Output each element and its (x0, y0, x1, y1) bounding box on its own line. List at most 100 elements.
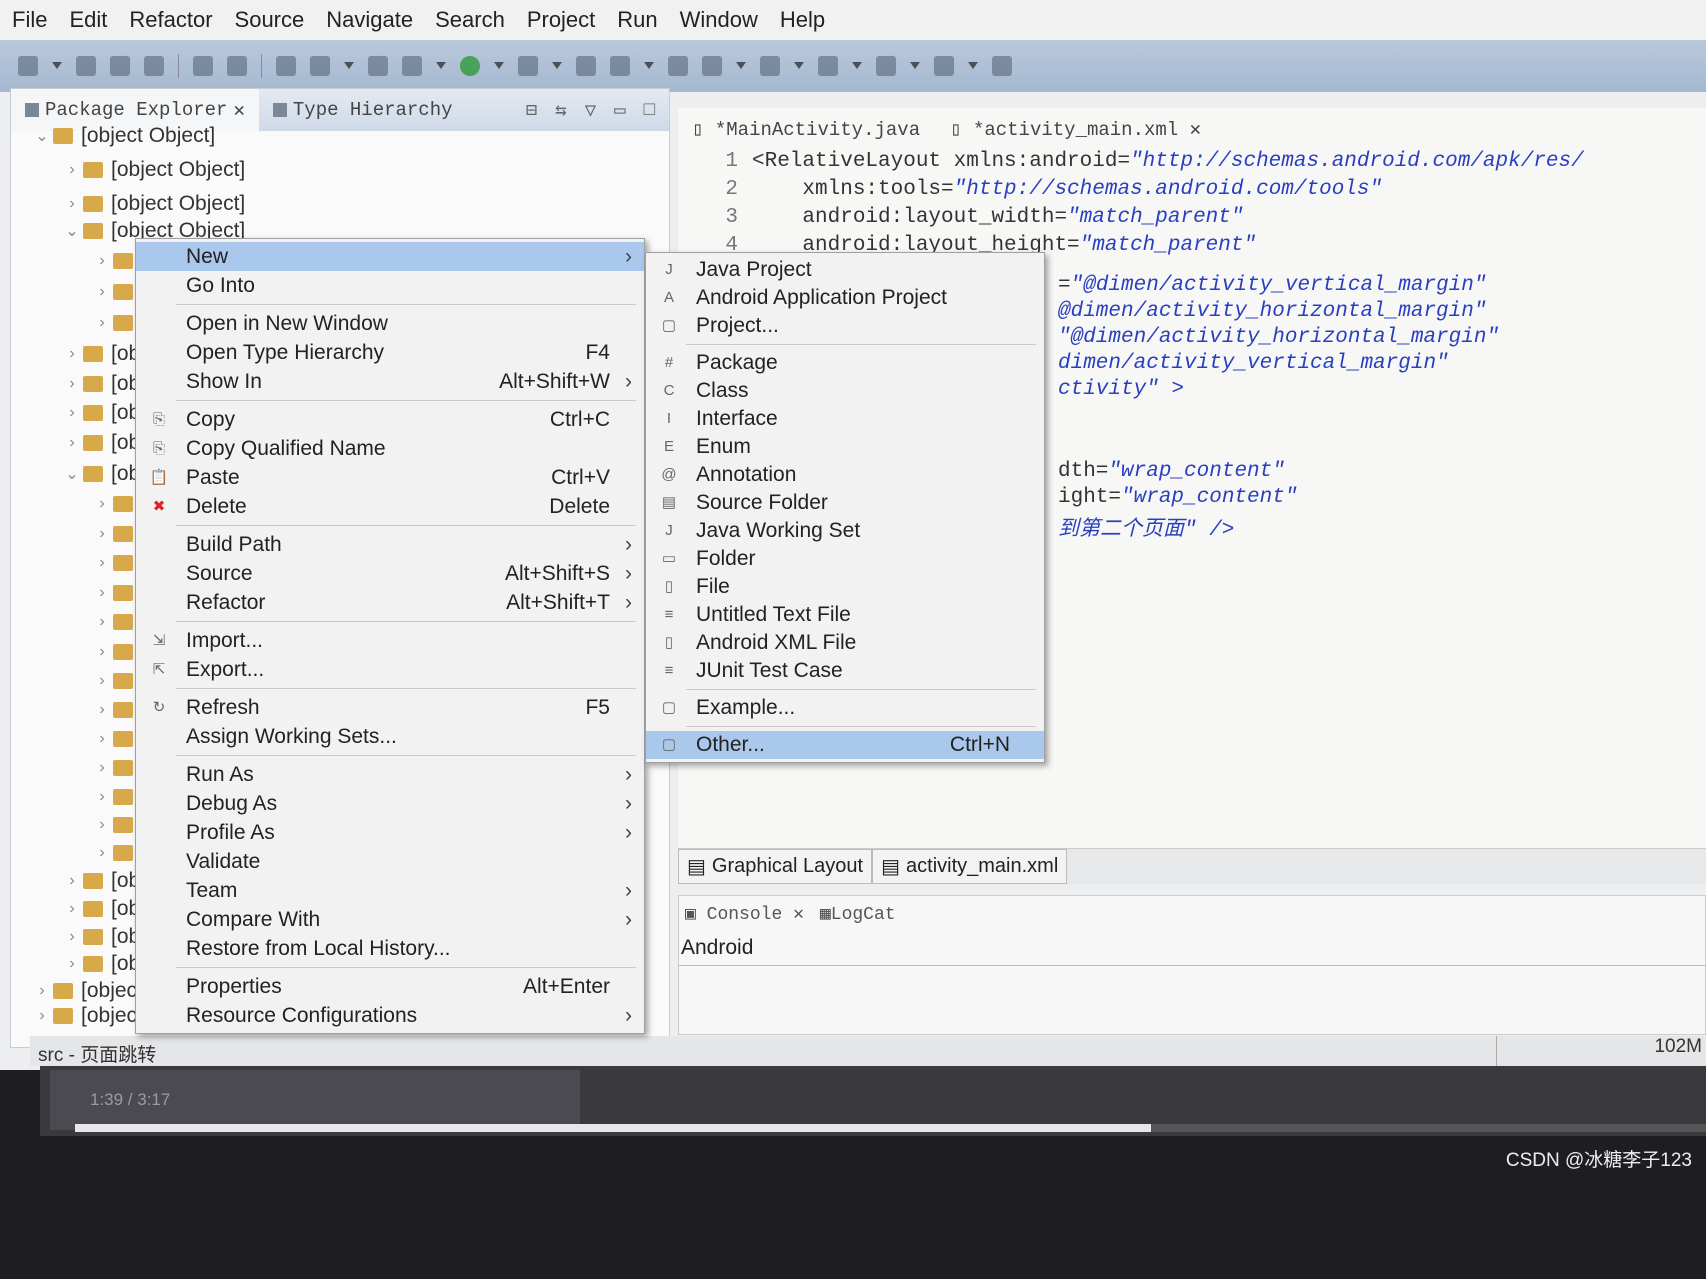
menu-item-source-folder[interactable]: ▤ Source Folder (646, 489, 1044, 517)
collapse-all-icon[interactable]: ⊟ (526, 99, 537, 122)
debug-icon[interactable] (402, 56, 422, 76)
menu-run[interactable]: Run (617, 7, 657, 33)
back-icon[interactable] (876, 56, 896, 76)
tab-type-hierarchy[interactable]: Type Hierarchy (259, 89, 467, 131)
minimize-icon[interactable]: ▭ (614, 99, 625, 122)
tree-item[interactable]: › (91, 309, 141, 337)
tree-item[interactable]: › (91, 725, 141, 753)
dropdown-arrow-icon[interactable] (852, 62, 862, 70)
dropdown-arrow-icon[interactable] (794, 62, 804, 70)
export-icon[interactable] (227, 56, 247, 76)
menu-refactor[interactable]: Refactor (129, 7, 212, 33)
menu-item-java-project[interactable]: J Java Project (646, 256, 1044, 284)
menu-item-import[interactable]: ⇲ Import... (136, 626, 644, 655)
tree-item[interactable]: › (91, 667, 141, 695)
menu-item-android-xml-file[interactable]: ▯ Android XML File (646, 629, 1044, 657)
tree-item[interactable]: › (91, 579, 141, 607)
close-icon[interactable]: ✕ (233, 99, 244, 122)
tree-item[interactable]: › (91, 696, 141, 724)
menu-item-interface[interactable]: I Interface (646, 405, 1044, 433)
menu-navigate[interactable]: Navigate (326, 7, 413, 33)
chevron-down-icon[interactable]: ⌄ (61, 464, 83, 484)
dropdown-arrow-icon[interactable] (52, 62, 62, 70)
import-icon[interactable] (193, 56, 213, 76)
chevron-right-icon[interactable]: › (61, 900, 83, 918)
menu-item-annotation[interactable]: @ Annotation (646, 461, 1044, 489)
maximize-icon[interactable]: □ (644, 99, 655, 122)
tree-item[interactable]: › (91, 247, 141, 275)
menu-item-refresh[interactable]: ↻ Refresh F5 (136, 693, 644, 722)
menu-item-show-in[interactable]: Show In Alt+Shift+W › (136, 367, 644, 396)
chevron-down-icon[interactable]: ⌄ (61, 221, 83, 241)
menu-item-folder[interactable]: ▭ Folder (646, 545, 1044, 573)
tree-item[interactable]: › (91, 783, 141, 811)
class-icon[interactable] (610, 56, 630, 76)
chevron-right-icon[interactable]: › (61, 928, 83, 946)
menu-item-validate[interactable]: Validate (136, 847, 644, 876)
open-icon[interactable] (668, 56, 688, 76)
save-all-icon[interactable] (110, 56, 130, 76)
dropdown-arrow-icon[interactable] (736, 62, 746, 70)
tree-item[interactable]: › (91, 811, 141, 839)
tree-item[interactable]: › (91, 490, 141, 518)
menu-item-export[interactable]: ⇱ Export... (136, 655, 644, 684)
view-menu-icon[interactable]: ▽ (585, 99, 596, 122)
menu-search[interactable]: Search (435, 7, 505, 33)
tab-logcat[interactable]: ▦LogCat (820, 903, 896, 925)
tab-xml-source[interactable]: ▤ activity_main.xml (872, 849, 1068, 884)
menu-item-compare-with[interactable]: Compare With › (136, 905, 644, 934)
menu-project[interactable]: Project (527, 7, 595, 33)
g-icon[interactable] (460, 56, 480, 76)
menu-edit[interactable]: Edit (69, 7, 107, 33)
menu-item-open-in-new-window[interactable]: Open in New Window (136, 309, 644, 338)
tree-item[interactable]: › (91, 278, 141, 306)
menu-item-new[interactable]: New › (136, 242, 644, 271)
tree-item[interactable]: › (91, 754, 141, 782)
tab-console[interactable]: ▣ Console ✕ (685, 903, 804, 925)
menu-item-example[interactable]: ▢ Example... (646, 694, 1044, 722)
pkg-icon[interactable] (576, 56, 596, 76)
pin2-icon[interactable] (992, 56, 1012, 76)
chevron-right-icon[interactable]: › (61, 161, 83, 179)
menu-window[interactable]: Window (680, 7, 758, 33)
pin-icon[interactable] (276, 56, 296, 76)
nav2-icon[interactable] (818, 56, 838, 76)
menu-item-enum[interactable]: E Enum (646, 433, 1044, 461)
tree-item[interactable]: › (91, 839, 141, 867)
menu-item-build-path[interactable]: Build Path › (136, 530, 644, 559)
dropdown-arrow-icon[interactable] (344, 62, 354, 70)
chevron-right-icon[interactable]: › (61, 955, 83, 973)
chevron-right-icon[interactable]: › (31, 982, 53, 1000)
dropdown-arrow-icon[interactable] (436, 62, 446, 70)
check-icon[interactable] (310, 56, 330, 76)
menu-item-team[interactable]: Team › (136, 876, 644, 905)
menu-item-resource-configurations[interactable]: Resource Configurations › (136, 1001, 644, 1030)
menu-item-package[interactable]: # Package (646, 349, 1044, 377)
video-progress-bar[interactable] (75, 1124, 1706, 1132)
link-editor-icon[interactable]: ⇆ (555, 99, 566, 122)
dropdown-arrow-icon[interactable] (644, 62, 654, 70)
menu-item-properties[interactable]: Properties Alt+Enter (136, 972, 644, 1001)
chevron-right-icon[interactable]: › (61, 404, 83, 422)
menu-item-refactor[interactable]: Refactor Alt+Shift+T › (136, 588, 644, 617)
menu-help[interactable]: Help (780, 7, 825, 33)
tab-activity-main-xml[interactable]: ▯ *activity_main.xml ✕ (950, 118, 1201, 141)
tab-graphical-layout[interactable]: ▤ Graphical Layout (678, 849, 873, 884)
menu-item-junit-test-case[interactable]: ≡ JUnit Test Case (646, 657, 1044, 685)
new-icon[interactable] (18, 56, 38, 76)
tree-item[interactable]: › (91, 520, 141, 548)
tree-item[interactable]: › [object Object] (61, 156, 245, 184)
menu-item-untitled-text-file[interactable]: ≡ Untitled Text File (646, 601, 1044, 629)
run-ext-icon[interactable] (518, 56, 538, 76)
file-icon[interactable] (368, 56, 388, 76)
tree-item[interactable]: › [object Object] (61, 190, 245, 218)
menu-item-project[interactable]: ▢ Project... (646, 312, 1044, 340)
chevron-right-icon[interactable]: › (61, 375, 83, 393)
menu-item-file[interactable]: ▯ File (646, 573, 1044, 601)
heap-status[interactable]: 102M (1496, 1036, 1706, 1066)
print-icon[interactable] (144, 56, 164, 76)
menu-item-copy[interactable]: ⎘ Copy Ctrl+C (136, 405, 644, 434)
tab-mainactivity-java[interactable]: ▯ *MainActivity.java (692, 118, 920, 141)
chevron-right-icon[interactable]: › (61, 872, 83, 890)
menu-file[interactable]: File (12, 7, 47, 33)
